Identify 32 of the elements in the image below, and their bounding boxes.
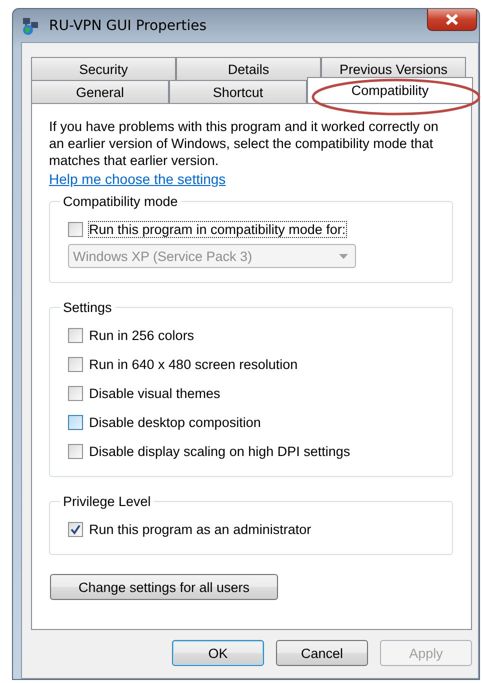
close-icon <box>446 14 458 25</box>
change-settings-button[interactable]: Change settings for all users <box>50 574 278 600</box>
checkbox-label: Disable desktop composition <box>89 415 261 430</box>
checkbox[interactable] <box>68 386 83 401</box>
close-button[interactable] <box>427 9 477 31</box>
help-link[interactable]: Help me choose the settings <box>49 171 226 187</box>
dialog-button[interactable]: OK <box>172 640 264 666</box>
checkbox[interactable] <box>68 222 83 237</box>
checkbox[interactable] <box>68 415 83 430</box>
tab[interactable]: Security <box>31 57 176 80</box>
dropdown-arrow-icon <box>339 254 348 258</box>
group-title: Settings <box>62 300 113 315</box>
group-title: Compatibility mode <box>62 194 179 209</box>
checkbox[interactable] <box>68 357 83 372</box>
checkbox-label: Run in 256 colors <box>89 328 194 343</box>
window-title: RU-VPN GUI Properties <box>49 18 208 34</box>
checkbox-label: Disable visual themes <box>89 386 220 401</box>
network-computer-icon <box>21 16 41 36</box>
tab[interactable]: Details <box>176 57 321 80</box>
tab[interactable]: General <box>31 80 169 103</box>
checkbox-label: Run this program in compatibility mode for: <box>89 222 346 237</box>
checkbox-label: Run this program as an administrator <box>89 522 312 537</box>
tab[interactable]: Shortcut <box>169 80 307 103</box>
checkbox[interactable] <box>68 522 83 537</box>
checkbox-label: Disable display scaling on high DPI settings <box>89 444 350 459</box>
intro-text: If you have problems with this program and it worked correctly on an earlier version of Windows, select the compatibility mode that matches that earlier version. <box>49 118 440 169</box>
group-title: Privilege Level <box>62 494 152 509</box>
tab[interactable]: Compatibility <box>307 77 473 103</box>
checkbox-label: Run in 640 x 480 screen resolution <box>89 357 298 372</box>
checkbox[interactable] <box>68 444 83 459</box>
dialog-button[interactable]: Cancel <box>276 640 368 666</box>
checkbox[interactable] <box>68 328 83 343</box>
